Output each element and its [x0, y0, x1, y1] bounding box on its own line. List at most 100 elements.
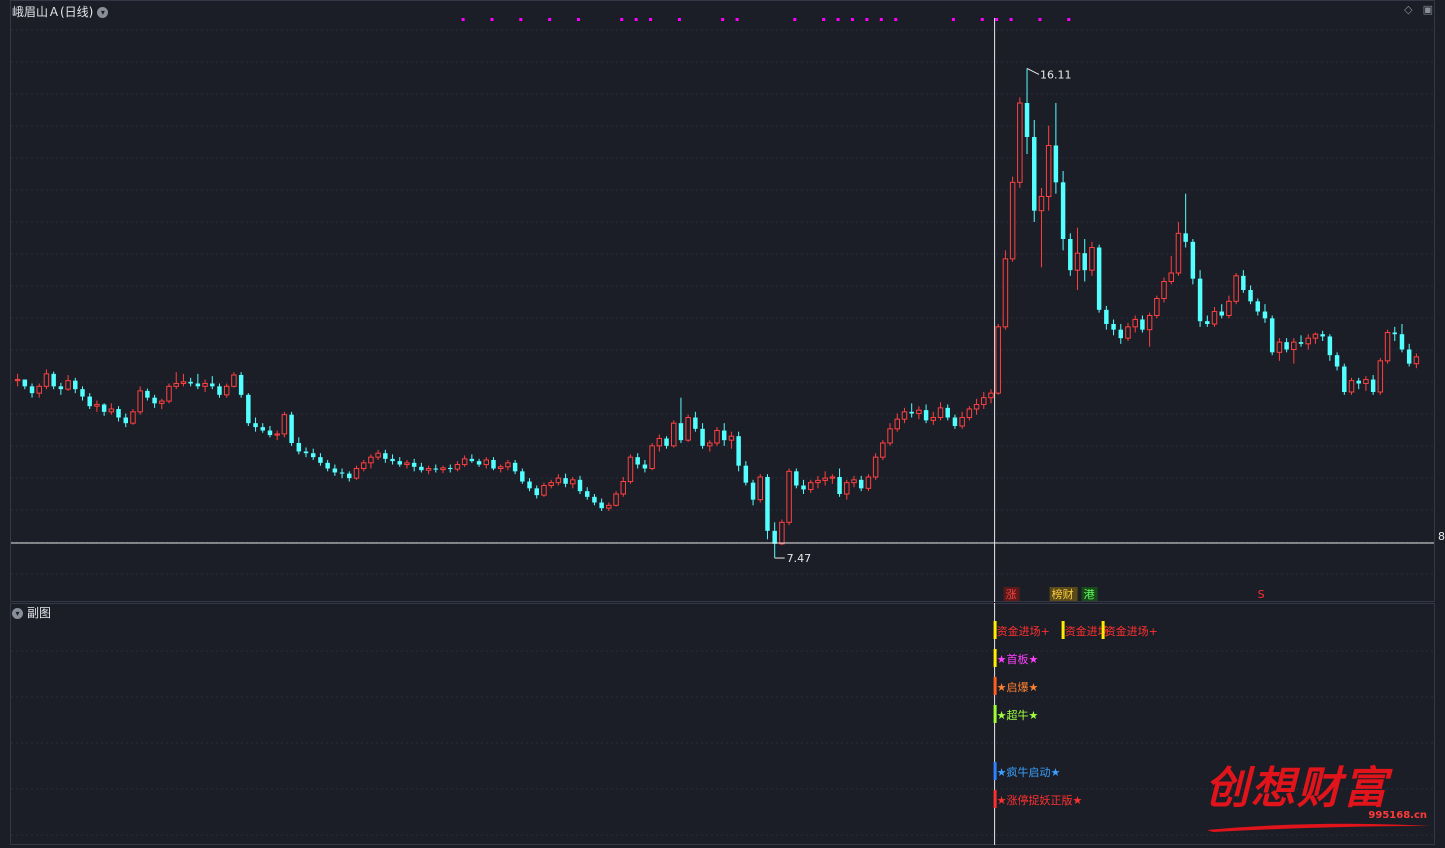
- candle-body: [173, 383, 179, 387]
- signal-label: ★涨停捉妖正版★: [997, 793, 1083, 807]
- candle-body: [440, 467, 446, 471]
- candle-body: [1305, 337, 1311, 345]
- candle-body: [627, 456, 634, 483]
- candle-body: [779, 521, 785, 545]
- candle-body: [635, 457, 640, 465]
- candle-body: [534, 488, 539, 496]
- candle-body: [1327, 336, 1333, 356]
- candle-body: [1205, 321, 1210, 324]
- candle-body: [1002, 258, 1009, 328]
- candle-body: [1154, 298, 1160, 316]
- candle-body: [1111, 324, 1116, 330]
- candle-body: [693, 417, 698, 429]
- candle-body: [1219, 311, 1224, 316]
- chevron-down-icon[interactable]: ▾: [97, 7, 109, 18]
- candle-body: [916, 409, 922, 415]
- candle-body: [851, 479, 857, 484]
- chevron-down-icon[interactable]: ▾: [12, 608, 23, 619]
- candle-body: [1298, 342, 1304, 344]
- candle-body: [606, 504, 612, 509]
- window-controls: ◇ ▣: [1394, 3, 1433, 16]
- candle-body: [425, 468, 432, 471]
- candle-body: [807, 482, 814, 490]
- candle-body: [1284, 342, 1289, 350]
- signal-marker: [980, 18, 984, 21]
- candle-body: [246, 394, 251, 424]
- candle-body: [678, 423, 684, 441]
- candlestick-chart[interactable]: 8 16.11 7.47 涨 榜财港 S: [0, 0, 1445, 602]
- candle-body: [325, 462, 330, 469]
- candle-body: [995, 326, 1001, 394]
- candle-body: [368, 456, 374, 464]
- candle-body: [1060, 182, 1066, 239]
- candle-body: [563, 478, 568, 484]
- candle-body: [909, 411, 914, 414]
- candle-body: [1269, 318, 1275, 353]
- candle-body: [347, 473, 352, 479]
- signal-marker: [548, 18, 552, 21]
- candle-body: [14, 379, 21, 382]
- candle-body: [1140, 319, 1145, 330]
- candle-body: [1146, 315, 1153, 331]
- candle-body: [743, 465, 749, 483]
- candle-body: [43, 373, 50, 387]
- diamond-icon[interactable]: ◇: [1404, 3, 1412, 16]
- candle-body: [923, 410, 929, 421]
- candle-body: [945, 407, 950, 418]
- high-pointer: [1026, 67, 1040, 75]
- candle-body: [303, 451, 309, 454]
- signal-marker: [822, 18, 826, 21]
- candle-body: [865, 476, 872, 489]
- candle-body: [483, 459, 490, 466]
- candle-body: [123, 417, 128, 424]
- candle-body: [353, 468, 360, 479]
- candle-body: [858, 479, 864, 489]
- candle-body: [959, 417, 965, 427]
- candle-body: [844, 482, 850, 495]
- candle-body: [1132, 318, 1138, 328]
- candle-body: [476, 461, 482, 465]
- square-icon[interactable]: ▣: [1423, 3, 1433, 16]
- signal-marker: [461, 18, 465, 21]
- watermark-text: 创想财富: [1205, 763, 1389, 814]
- candle-body: [728, 435, 735, 441]
- candle-body: [1399, 334, 1405, 350]
- candle-body: [1082, 253, 1087, 271]
- signal-marker: [793, 18, 797, 21]
- candle-body: [65, 380, 71, 390]
- candle-body: [1342, 366, 1347, 392]
- candle-body: [548, 482, 554, 486]
- signal-marker: [836, 18, 840, 21]
- candle-body: [36, 385, 42, 394]
- candle-body: [281, 414, 288, 435]
- candle-body: [829, 476, 836, 479]
- main-chart-panel[interactable]: 8 16.11 7.47 涨 榜财港 S: [0, 0, 1445, 602]
- candle-body: [1413, 356, 1420, 365]
- candle-body: [461, 458, 468, 466]
- candle-body: [837, 477, 842, 494]
- candle-body: [656, 437, 663, 447]
- candle-body: [51, 373, 56, 387]
- candle-body: [1233, 275, 1239, 302]
- candle-body: [750, 482, 756, 500]
- candle-body: [454, 464, 461, 470]
- candle-body: [289, 414, 294, 443]
- candle-body: [599, 502, 604, 509]
- candle-body: [613, 493, 619, 506]
- candle-body: [1089, 247, 1095, 271]
- candle-body: [592, 496, 597, 503]
- signal-label: ★启爆★: [997, 680, 1039, 694]
- candle-body: [1183, 233, 1188, 242]
- candle-body: [981, 397, 987, 405]
- candle-body: [1406, 349, 1412, 364]
- candle-body: [794, 471, 799, 486]
- candle-body: [1096, 247, 1102, 310]
- candle-body: [1104, 309, 1109, 324]
- candle-body: [555, 477, 562, 484]
- candle-body: [772, 530, 777, 544]
- candle-body: [700, 428, 705, 446]
- candle-body: [887, 428, 893, 444]
- candle-body: [1255, 301, 1261, 312]
- candle-body: [223, 385, 230, 396]
- signal-marker: [850, 18, 854, 21]
